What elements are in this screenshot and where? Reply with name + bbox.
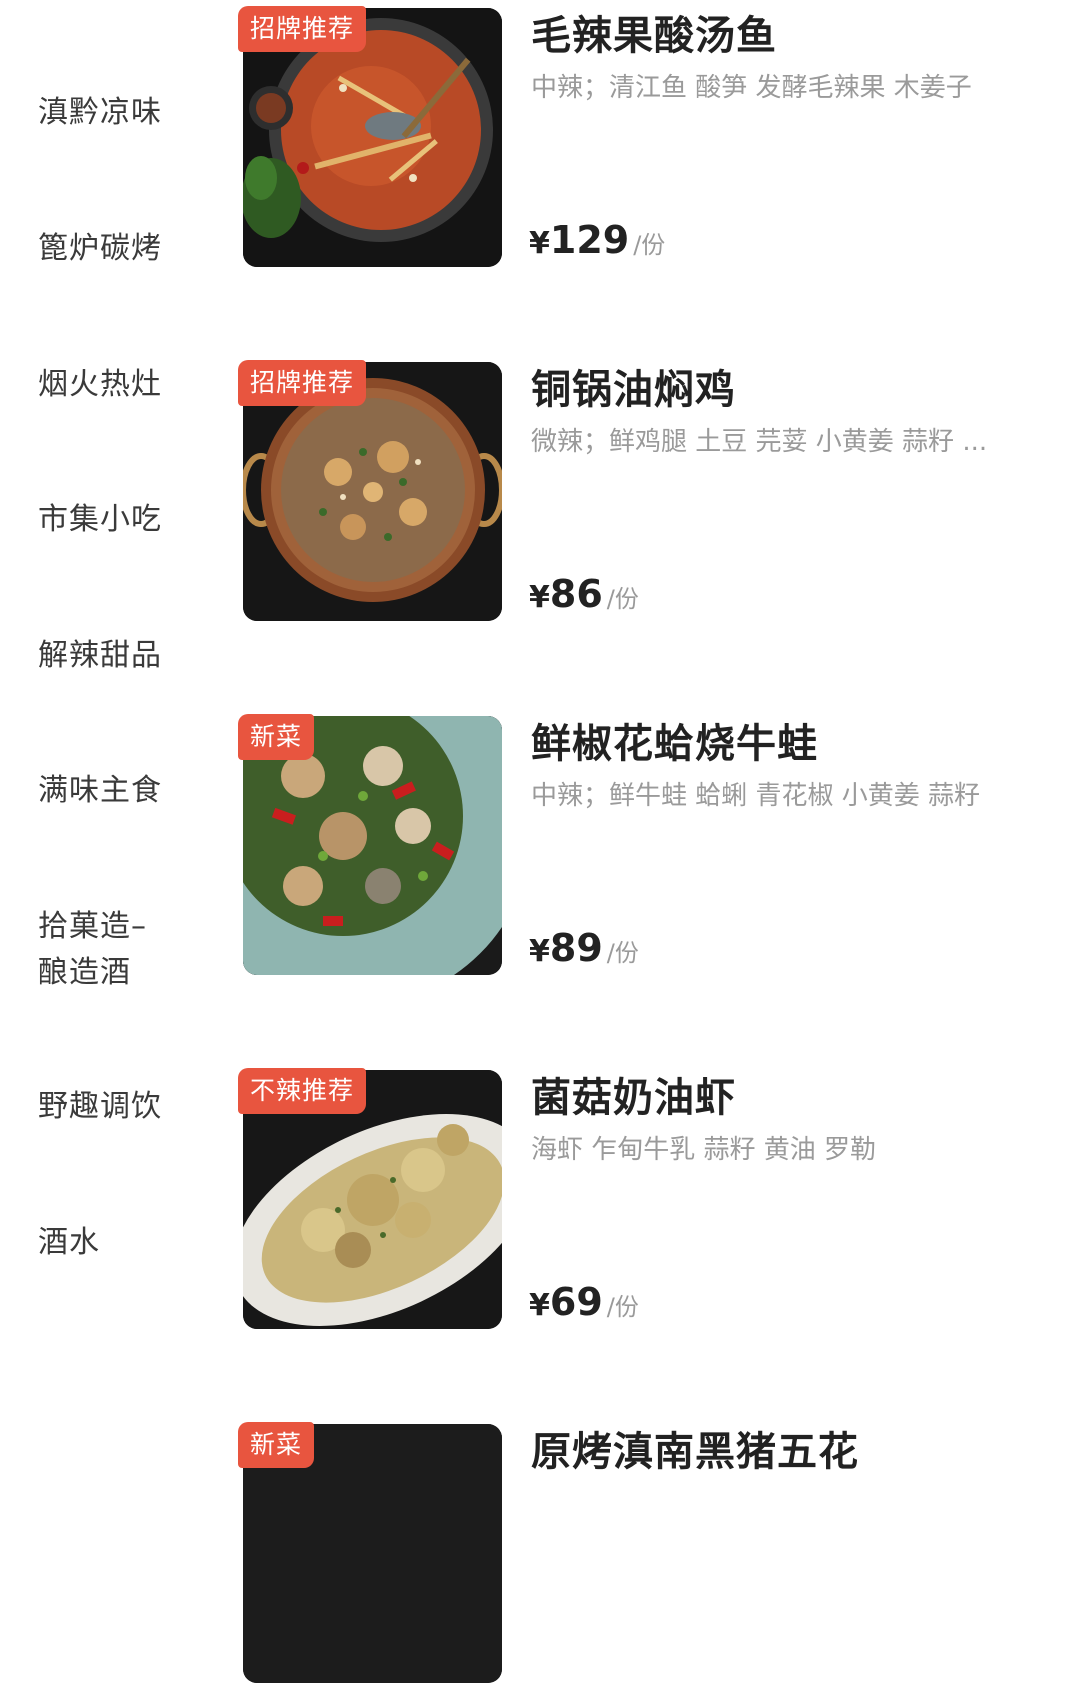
- dish-name[interactable]: 原烤滇南黑猪五花: [531, 1426, 859, 1478]
- category-sidebar: 滇黔凉味 篦炉碳烤 烟火热灶 市集小吃 解辣甜品 满味主食 拾菓造– 酿造酒 野…: [0, 0, 220, 1440]
- price-unit: /份: [606, 939, 639, 967]
- dish-price: ¥69/份: [529, 1280, 639, 1324]
- dish-name[interactable]: 菌菇奶油虾: [531, 1072, 736, 1124]
- no-spicy-badge: 不辣推荐: [238, 1068, 367, 1114]
- category-item-wild-drinks[interactable]: 野趣调饮: [38, 1084, 208, 1130]
- price-unit: /份: [606, 585, 639, 613]
- dish-price: ¥89/份: [529, 926, 639, 970]
- category-item-dianqian-cold[interactable]: 滇黔凉味: [38, 90, 208, 136]
- price-amount: 89: [549, 926, 603, 970]
- dish-price: ¥129/份: [529, 218, 665, 262]
- dish-item[interactable]: 新菜 鲜椒花蛤烧牛蛙 中辣；鲜牛蛙 蛤蜊 青花椒 小黄姜 蒜籽 ¥89/份: [238, 714, 1043, 976]
- dish-item[interactable]: 招牌推荐 毛辣果酸汤鱼 中辣；清江鱼 酸笋 发酵毛辣果 木姜子 ¥129/份: [238, 6, 1043, 268]
- category-item-drinks[interactable]: 酒水: [38, 1220, 208, 1266]
- recommend-badge: 招牌推荐: [238, 360, 367, 406]
- category-item-staples[interactable]: 满味主食: [38, 768, 208, 814]
- recommend-badge: 招牌推荐: [238, 6, 367, 52]
- dish-description: 中辣；鲜牛蛙 蛤蜊 青花椒 小黄姜 蒜籽: [531, 781, 981, 811]
- dish-item[interactable]: 新菜 原烤滇南黑猪五花: [238, 1422, 1043, 1684]
- price-amount: 129: [549, 218, 630, 262]
- currency-symbol: ¥: [529, 580, 550, 615]
- new-dish-badge: 新菜: [238, 1422, 315, 1468]
- category-item-desserts[interactable]: 解辣甜品: [38, 633, 208, 679]
- currency-symbol: ¥: [529, 226, 550, 261]
- price-amount: 86: [549, 572, 603, 616]
- category-item-brewed-wine[interactable]: 拾菓造– 酿造酒: [38, 904, 208, 996]
- price-amount: 69: [549, 1280, 603, 1324]
- currency-symbol: ¥: [529, 1288, 550, 1323]
- category-item-hot-stove[interactable]: 烟火热灶: [38, 362, 208, 408]
- new-dish-badge: 新菜: [238, 714, 315, 760]
- currency-symbol: ¥: [529, 934, 550, 969]
- category-item-market-snacks[interactable]: 市集小吃: [38, 497, 208, 543]
- category-item-charcoal-grill[interactable]: 篦炉碳烤: [38, 226, 208, 272]
- dish-description: 微辣；鲜鸡腿 土豆 芫荽 小黄姜 蒜籽 ...: [531, 427, 988, 457]
- dish-name[interactable]: 鲜椒花蛤烧牛蛙: [531, 718, 818, 770]
- price-unit: /份: [633, 231, 666, 259]
- dish-price: ¥86/份: [529, 572, 639, 616]
- dish-name[interactable]: 铜锅油焖鸡: [531, 364, 736, 416]
- dish-description: 海虾 乍甸牛乳 蒜籽 黄油 罗勒: [531, 1135, 877, 1165]
- dish-item[interactable]: 不辣推荐 菌菇奶油虾 海虾 乍甸牛乳 蒜籽 黄油 罗勒 ¥69/份: [238, 1068, 1043, 1330]
- price-unit: /份: [606, 1293, 639, 1321]
- dish-description: 中辣；清江鱼 酸笋 发酵毛辣果 木姜子: [531, 73, 972, 103]
- dish-name[interactable]: 毛辣果酸汤鱼: [531, 10, 777, 62]
- dish-item[interactable]: 招牌推荐 铜锅油焖鸡 微辣；鲜鸡腿 土豆 芫荽 小黄姜 蒜籽 ... ¥86/份: [238, 360, 1043, 622]
